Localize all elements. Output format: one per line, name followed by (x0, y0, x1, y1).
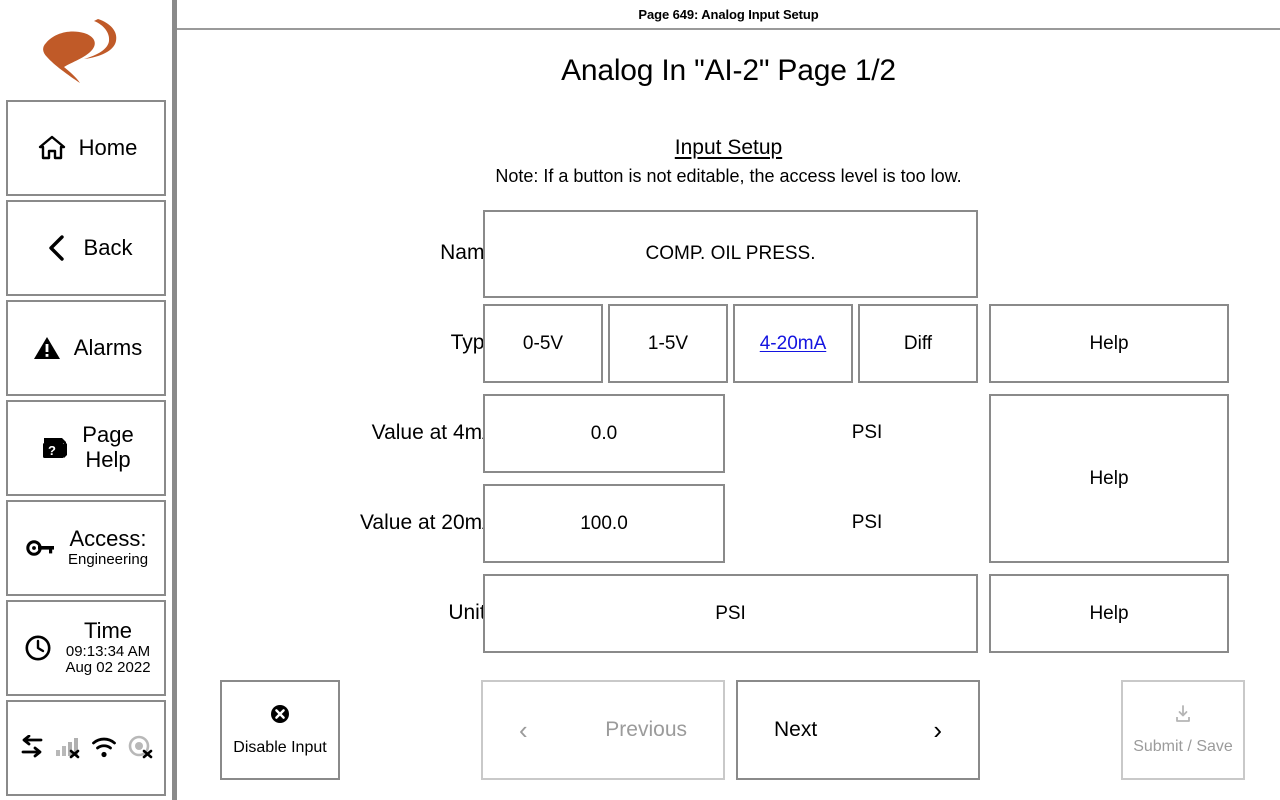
sidebar-item-label: Back (83, 234, 133, 260)
disable-input-label: Disable Input (233, 738, 327, 756)
sidebar-item-back[interactable]: Back (6, 200, 166, 296)
sidebar-item-home[interactable]: Home (6, 100, 166, 196)
sidebar-item-label: Alarms (73, 334, 143, 360)
units-label: Units: (448, 601, 502, 624)
value-4ma-field[interactable]: 0.0 (483, 394, 725, 473)
chevron-left-icon: ‹ (519, 715, 528, 745)
save-download-icon (1174, 704, 1192, 728)
svg-text:?: ? (48, 443, 56, 458)
access-level-value: Engineering (67, 550, 149, 568)
type-option-1-5v[interactable]: 1-5V (608, 304, 728, 383)
sidebar-item-label: Time 09:13:34 AM Aug 02 2022 (65, 617, 151, 677)
key-icon (24, 537, 58, 559)
submit-save-label: Submit / Save (1133, 737, 1233, 755)
sidebar-item-page-help[interactable]: ? Page Help (6, 400, 166, 496)
wifi-icon (91, 735, 117, 764)
page-title: Analog In "AI-2" Page 1/2 (561, 54, 896, 87)
name-field[interactable]: COMP. OIL PRESS. (483, 210, 978, 298)
status-icon-row (8, 733, 164, 764)
circle-x-icon (270, 704, 290, 729)
swoosh-logo (43, 19, 117, 83)
sidebar-item-label: Access: Engineering (67, 526, 149, 568)
value-4ma-label: Value at 4mA: (371, 421, 502, 444)
page-header: Page 649: Analog Input Setup (638, 6, 819, 22)
type-option-4-20ma[interactable]: 4-20mA (733, 304, 853, 383)
gps-off-icon (127, 735, 153, 764)
name-label: Name: (440, 241, 502, 264)
page-help-icon: ? (38, 434, 72, 462)
submit-save-button[interactable]: Submit / Save (1121, 680, 1245, 780)
sidebar-item-label: Page Help (82, 422, 134, 472)
type-option-diff[interactable]: Diff (858, 304, 978, 383)
clock-icon (21, 634, 55, 662)
sidebar-status-panel[interactable] (6, 700, 166, 796)
value-20ma-field[interactable]: 100.0 (483, 484, 725, 563)
type-label: Type: (450, 331, 502, 354)
bottom-action-bar: Disable Input ‹ Previous Next › Submit /… (177, 680, 1280, 780)
units-field[interactable]: PSI (483, 574, 978, 653)
brand-logo (0, 0, 172, 100)
warning-triangle-icon (30, 335, 64, 361)
type-option-0-5v[interactable]: 0-5V (483, 304, 603, 383)
main-content: Page 649: Analog Input Setup Analog In "… (177, 0, 1280, 800)
sidebar: Home Back Alarms ? Page Help Access: Eng… (0, 0, 172, 800)
data-transfer-icon (19, 734, 45, 764)
next-button[interactable]: Next › (736, 680, 980, 780)
sidebar-item-alarms[interactable]: Alarms (6, 300, 166, 396)
cellular-signal-off-icon (55, 735, 81, 764)
value-20ma-unit: PSI (851, 512, 883, 533)
value-4ma-unit: PSI (851, 422, 883, 443)
section-title: Input Setup (674, 136, 783, 159)
clock-date: Aug 02 2022 (65, 659, 151, 677)
home-icon (35, 135, 69, 161)
previous-label: Previous (605, 718, 687, 741)
chevron-left-icon (40, 234, 74, 262)
clock-time: 09:13:34 AM (65, 642, 151, 660)
sidebar-item-label: Home (78, 134, 138, 160)
previous-button[interactable]: ‹ Previous (481, 680, 725, 780)
type-help-button[interactable]: Help (989, 304, 1229, 383)
next-label: Next (774, 718, 818, 741)
units-help-button[interactable]: Help (989, 574, 1229, 653)
hmi-screen: Home Back Alarms ? Page Help Access: Eng… (0, 0, 1280, 800)
value-20ma-label: Value at 20mA: (359, 511, 502, 534)
disable-input-button[interactable]: Disable Input (220, 680, 340, 780)
sidebar-item-time[interactable]: Time 09:13:34 AM Aug 02 2022 (6, 600, 166, 696)
sidebar-item-access[interactable]: Access: Engineering (6, 500, 166, 596)
section-note: Note: If a button is not editable, the a… (495, 166, 962, 186)
scale-help-button[interactable]: Help (989, 394, 1229, 563)
chevron-right-icon: › (933, 715, 942, 745)
